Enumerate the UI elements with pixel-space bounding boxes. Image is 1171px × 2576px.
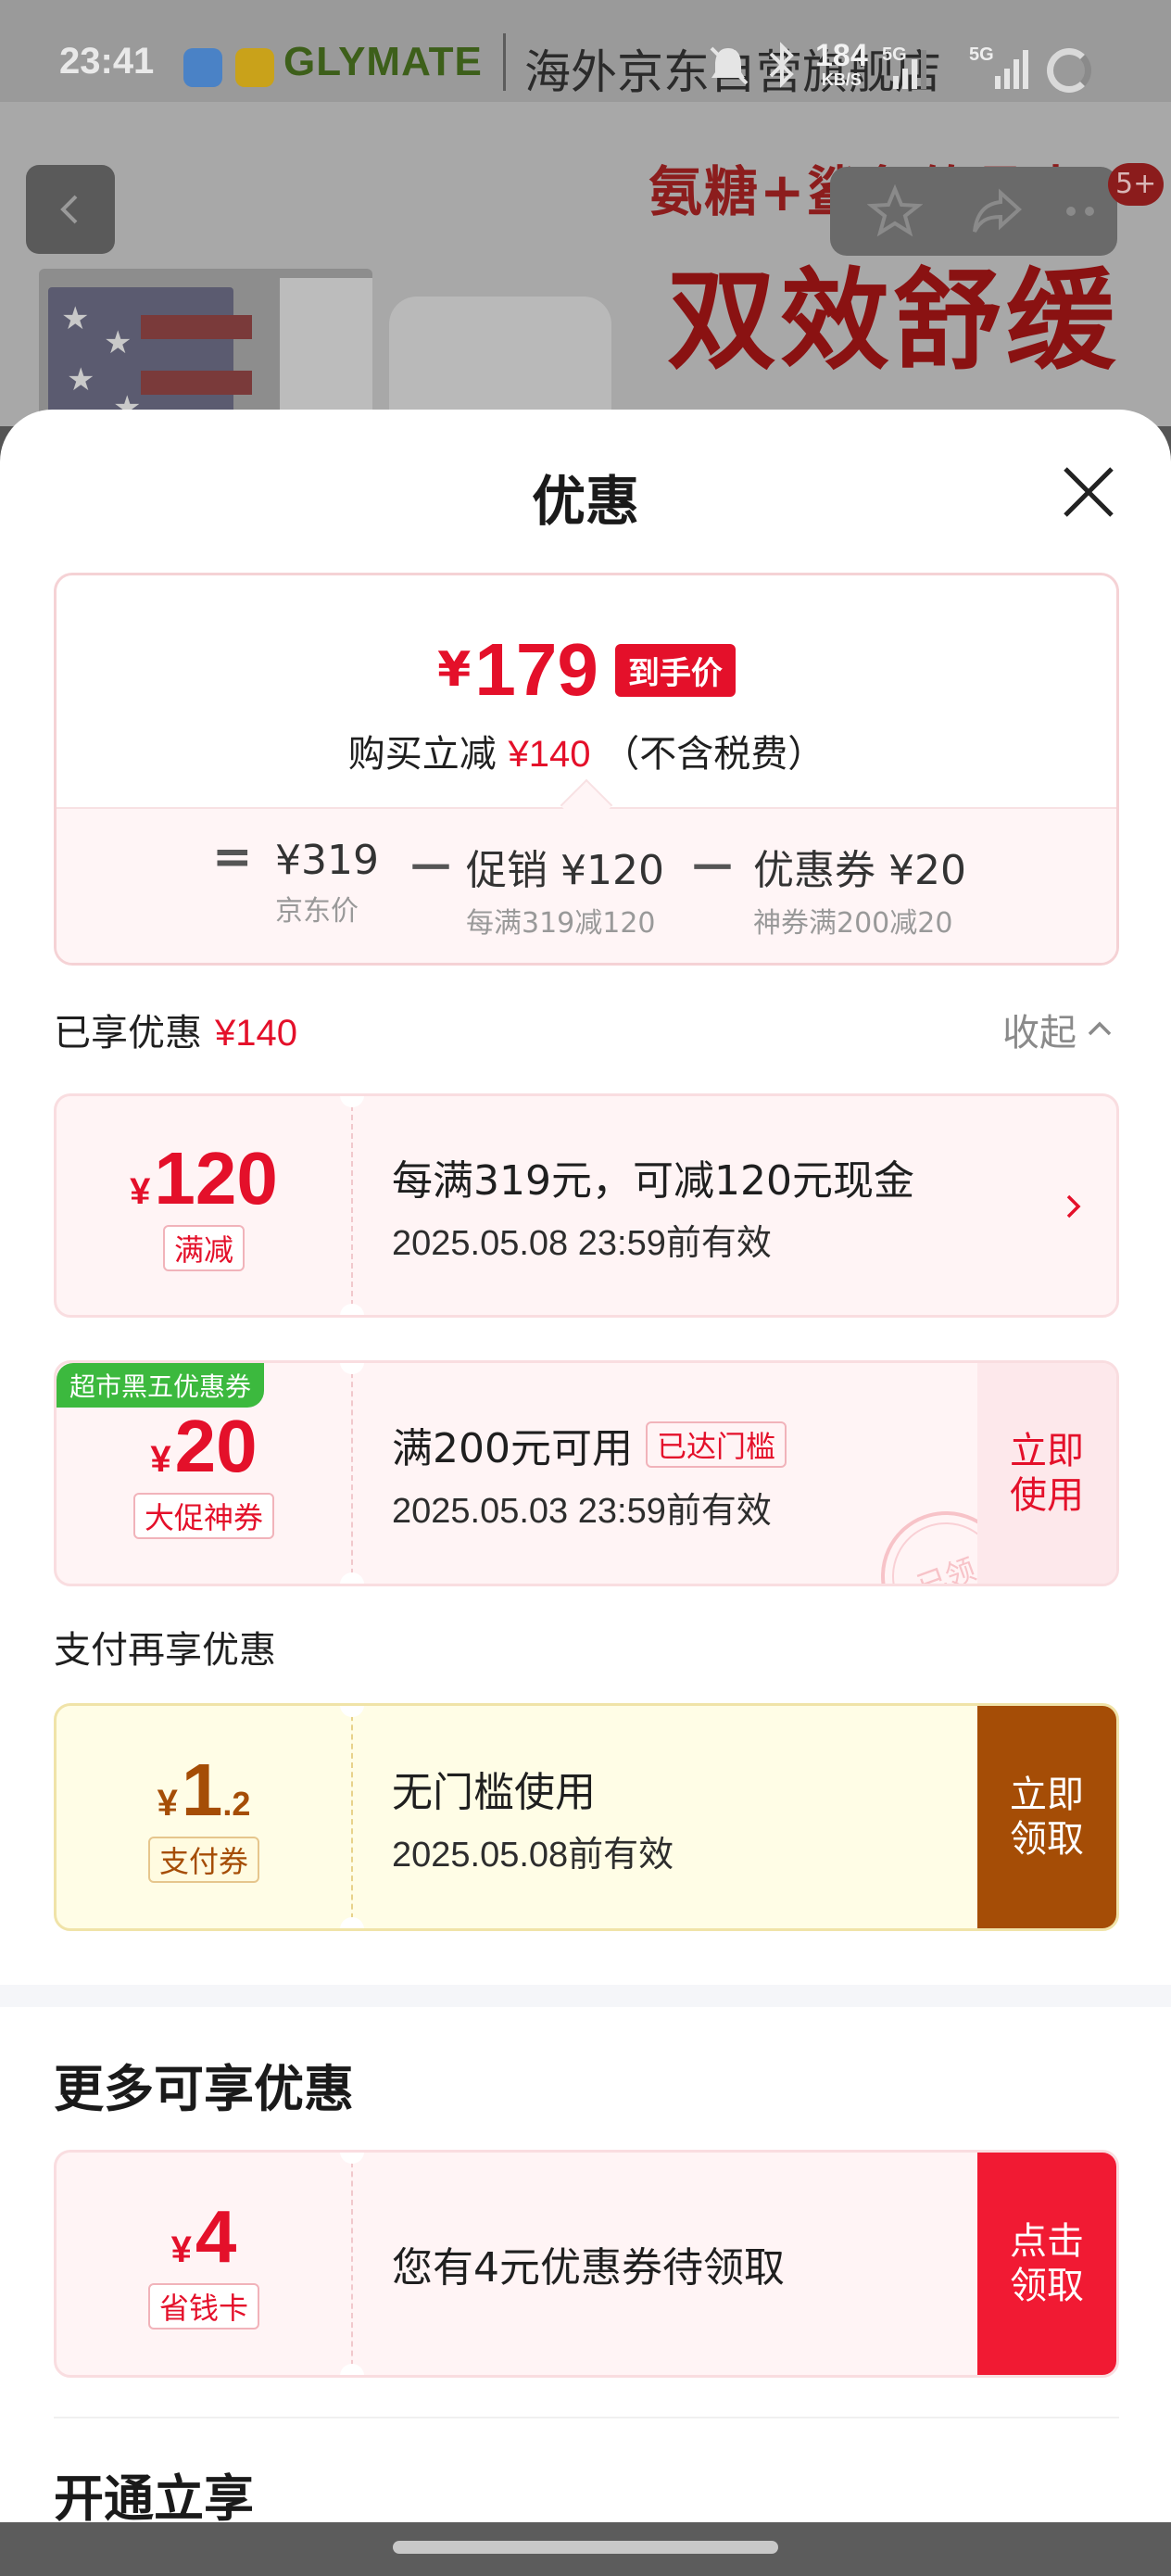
price-summary-card: ¥ 179 到手价 购买立减 ¥140 （不含税费） = ¥319 京东价 － … — [54, 573, 1119, 966]
breakdown-item-list-price: ¥319 京东价 — [275, 837, 379, 928]
coupon-amount: 120 — [154, 1137, 278, 1219]
coupon-amount-decimal: .2 — [222, 1785, 251, 1823]
sheet-title: 优惠 — [531, 470, 639, 533]
signal-icon — [893, 50, 926, 89]
home-gesture-handle[interactable] — [393, 2541, 778, 2554]
coupon-expiry: 2025.05.08前有效 — [392, 1835, 674, 1875]
brand-logo: GLYMATE — [283, 39, 483, 84]
final-price: 179 — [474, 628, 598, 711]
coupon-title: 您有4元优惠券待领取 — [392, 2244, 785, 2292]
network-speed: 184 KB/S — [815, 38, 868, 89]
product-bottle-image — [389, 297, 611, 426]
chevron-right-icon — [1066, 1194, 1081, 1219]
bluetooth-icon — [769, 42, 794, 88]
coupon-corner-tag: 超市黑五优惠券 — [57, 1363, 265, 1408]
reduction-amount: ¥140 — [508, 734, 591, 775]
back-button[interactable] — [26, 165, 115, 254]
coupon-type-label: 支付券 — [147, 1837, 259, 1883]
coupon-amount: 20 — [174, 1405, 258, 1487]
currency-symbol: ¥ — [437, 642, 472, 698]
system-navigation-bar — [0, 2522, 1171, 2576]
status-bar: 23:41 GLYMATE 海外京东自营旗舰店 184KB/S 5G 5G — [0, 0, 1171, 139]
mute-icon — [710, 46, 749, 85]
product-box-image: ★ ★ ★ ★ — [39, 269, 372, 426]
savings-card-coupon: ¥ 4 省钱卡 您有4元优惠券待领取 点击领取 — [54, 2150, 1119, 2378]
threshold-reached-badge: 已达门槛 — [645, 1421, 787, 1468]
discount-sheet: 优惠 ¥ 179 到手价 购买立减 ¥140 （不含税费） = ¥319 京东价… — [0, 410, 1171, 2576]
price-reduction-line: 购买立减 ¥140 （不含税费） — [347, 733, 825, 776]
star-icon[interactable] — [867, 183, 923, 239]
open-membership-heading: 开通立享 — [54, 2469, 254, 2528]
claim-now-button[interactable]: 立即领取 — [977, 1706, 1116, 1928]
share-icon[interactable] — [969, 183, 1025, 239]
breakdown-item-promotion: 促销 ¥120 每满319减120 — [466, 847, 664, 940]
network-type-label-2: 5G — [969, 44, 994, 65]
minus-sign-2: － — [688, 841, 737, 897]
promotion-coupon[interactable]: ¥ 120 满减 每满319元，可减120元现金 2025.05.08 23:5… — [54, 1093, 1119, 1318]
more-discounts-heading: 更多可享优惠 — [54, 2060, 354, 2118]
coupon-type-label: 大促神券 — [132, 1493, 274, 1539]
equals-sign: = — [212, 829, 253, 885]
coupon-expiry: 2025.05.03 23:59前有效 — [392, 1491, 772, 1531]
final-price-tag: 到手价 — [614, 643, 736, 697]
coupon-amount: 4 — [195, 2195, 237, 2278]
cart-count-badge: 5+ — [1108, 163, 1165, 206]
app-notification-icon — [183, 48, 222, 87]
signal-icon-2 — [995, 50, 1028, 89]
coupon-expiry: 2025.05.08 23:59前有效 — [392, 1223, 772, 1263]
coupon-type-label: 省钱卡 — [147, 2283, 259, 2330]
coupon-title: 无门槛使用 — [392, 1768, 596, 1816]
mega-coupon: ¥ 20 大促神券 超市黑五优惠券 满200元可用 已达门槛 2025.05.0… — [54, 1360, 1119, 1586]
coupon-title: 每满319元，可减120元现金 — [392, 1156, 914, 1205]
payment-discount-heading: 支付再享优惠 — [54, 1629, 276, 1672]
enjoyed-discount-heading: 已享优惠 ¥140 — [54, 1012, 297, 1054]
coupon-amount: 1 — [181, 1749, 223, 1831]
app-notification-icon-2 — [235, 48, 274, 87]
top-action-group — [830, 167, 1117, 256]
battery-icon — [1047, 48, 1091, 93]
collapse-button[interactable]: 收起 — [1002, 1003, 1115, 1056]
chevron-up-icon — [1088, 1021, 1112, 1036]
status-time: 23:41 — [59, 41, 155, 82]
minus-sign: － — [407, 841, 456, 897]
coupon-type-label: 满减 — [162, 1225, 245, 1271]
chevron-left-icon — [60, 195, 78, 224]
enjoyed-amount: ¥140 — [215, 1013, 297, 1054]
coupon-title: 满200元可用 — [392, 1424, 633, 1472]
breakdown-item-coupon: 优惠券 ¥20 神券满200减20 — [753, 847, 966, 940]
tap-to-claim-button[interactable]: 点击领取 — [977, 2153, 1116, 2375]
payment-coupon: ¥ 1 .2 支付券 无门槛使用 2025.05.08前有效 立即领取 — [54, 1703, 1119, 1931]
use-now-button[interactable]: 立即使用 — [977, 1363, 1116, 1584]
close-icon[interactable] — [1056, 460, 1121, 524]
